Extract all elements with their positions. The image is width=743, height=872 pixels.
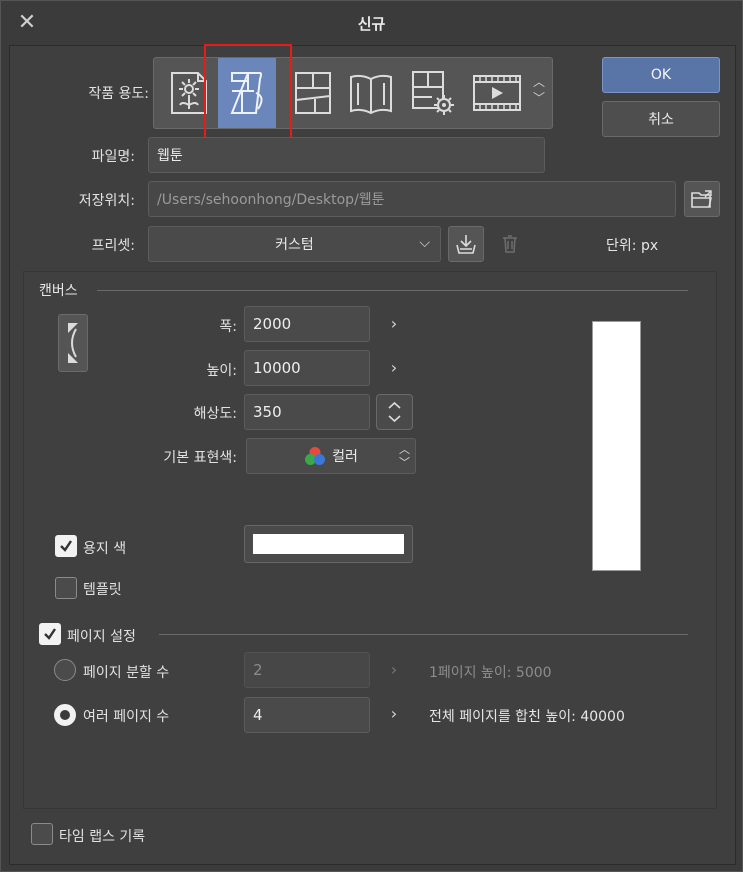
dialog-title: 신규 xyxy=(357,15,386,33)
color-mode-label: 기본 표현색: xyxy=(163,450,237,466)
page-split-radio[interactable] xyxy=(54,659,76,681)
file-name-input[interactable]: 웹툰 xyxy=(148,137,545,173)
resolution-stepper[interactable] xyxy=(376,394,413,430)
comic-settings-icon[interactable] xyxy=(404,64,462,122)
canvas-section-title: 캔버스 xyxy=(39,283,78,299)
paper-color-swatch xyxy=(253,534,404,554)
title-bar: ✕ 신규 xyxy=(1,1,742,45)
width-expand-chevron-icon[interactable]: › xyxy=(386,316,402,332)
canvas-section-divider xyxy=(97,290,688,291)
cancel-button[interactable]: 취소 xyxy=(602,101,720,137)
comic-icon[interactable] xyxy=(284,64,342,122)
color-mode-stepper-icon: ︿ ﹀ xyxy=(399,443,410,469)
total-height-info: 전체 페이지를 합친 높이: 40000 xyxy=(429,709,625,725)
new-document-dialog: ✕ 신규 작품 용도: ︿ ﹀ OK 취소 파일명: 웹툰 저장위치: /Use… xyxy=(0,0,743,872)
color-mode-value: 컬러 xyxy=(332,449,358,465)
canvas-preview xyxy=(592,321,641,571)
trash-icon[interactable] xyxy=(492,226,528,262)
timelapse-label: 타임 랩스 기록 xyxy=(59,829,146,845)
page-settings-divider xyxy=(159,634,688,635)
paper-color-label: 용지 색 xyxy=(83,541,127,557)
preset-select[interactable]: 커스텀 ⌵ xyxy=(148,226,441,262)
page-split-label: 페이지 분할 수 xyxy=(83,665,170,681)
unit-label: 단위: xyxy=(606,238,637,254)
page-split-info: 1페이지 높이: 5000 xyxy=(429,665,552,681)
template-checkbox[interactable] xyxy=(55,577,77,599)
chevron-down-icon: ⌵ xyxy=(419,235,430,251)
folder-open-icon[interactable] xyxy=(684,181,720,217)
swap-orientation-icon[interactable] xyxy=(58,314,88,372)
animation-icon[interactable] xyxy=(468,64,526,122)
ok-button[interactable]: OK xyxy=(602,57,720,93)
unit-value: px xyxy=(640,238,659,254)
unit-display: 단위: px xyxy=(606,235,658,255)
multi-page-label: 여러 페이지 수 xyxy=(83,709,170,725)
file-name-label: 파일명: xyxy=(91,149,135,165)
timelapse-checkbox[interactable] xyxy=(31,823,53,845)
height-label: 높이: xyxy=(206,363,237,379)
highlight-frame xyxy=(204,44,292,140)
resolution-input[interactable]: 350 xyxy=(244,394,370,430)
height-expand-chevron-icon[interactable]: › xyxy=(386,360,402,376)
preset-label: 프리셋: xyxy=(91,238,135,254)
width-input[interactable]: 2000 xyxy=(244,306,370,342)
usage-label: 작품 용도: xyxy=(88,86,149,102)
page-settings-checkbox[interactable] xyxy=(39,623,61,645)
page-split-input[interactable]: 2 xyxy=(244,652,370,688)
multi-page-chevron-icon[interactable]: › xyxy=(386,706,402,722)
resolution-label: 해상도: xyxy=(193,406,237,422)
save-preset-icon[interactable] xyxy=(448,226,484,262)
page-split-chevron-icon[interactable]: › xyxy=(386,662,402,678)
page-settings-label: 페이지 설정 xyxy=(67,629,136,645)
height-input[interactable]: 10000 xyxy=(244,350,370,386)
save-location-label: 저장위치: xyxy=(78,193,135,209)
book-icon[interactable] xyxy=(342,64,400,122)
paper-color-checkbox[interactable] xyxy=(55,535,77,557)
color-mode-icon xyxy=(304,446,326,466)
usage-scroll-stepper[interactable]: ︿ ﹀ xyxy=(532,74,546,114)
template-label: 템플릿 xyxy=(83,582,122,598)
save-location-field[interactable]: /Users/sehoonhong/Desktop/웹툰 xyxy=(148,181,676,217)
paper-color-swatch-button[interactable] xyxy=(244,525,413,563)
preset-value: 커스텀 xyxy=(275,237,314,253)
multi-page-input[interactable]: 4 xyxy=(244,697,370,733)
color-mode-select[interactable]: 컬러 ︿ ﹀ xyxy=(246,438,416,474)
width-label: 폭: xyxy=(219,319,237,335)
multi-page-radio[interactable] xyxy=(54,704,76,726)
